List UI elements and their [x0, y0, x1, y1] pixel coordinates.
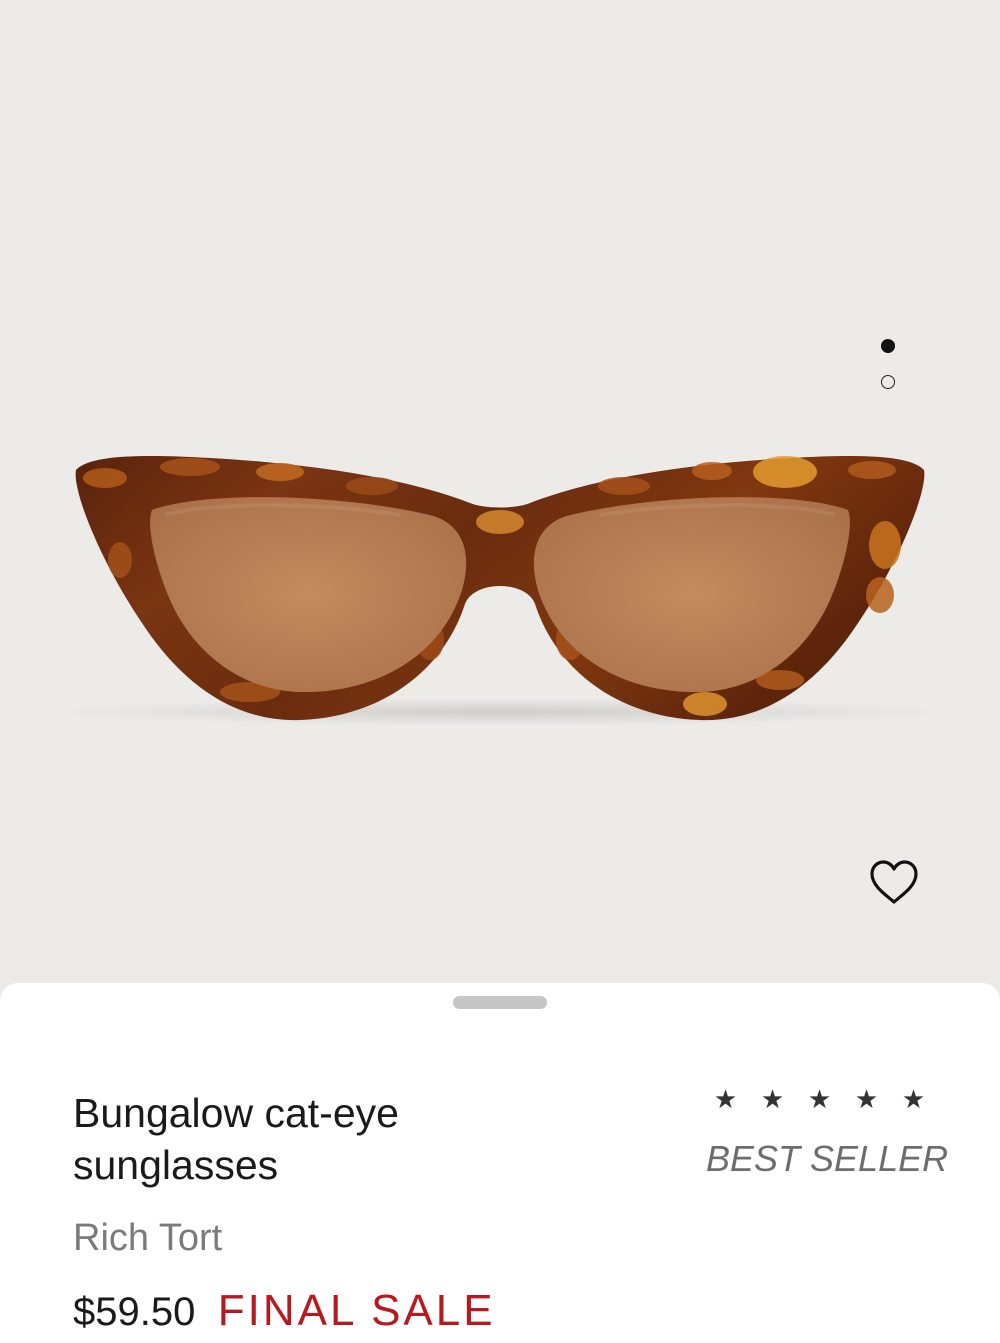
star-icon: ★	[854, 1085, 879, 1115]
product-image-cat-eye-sunglasses	[40, 455, 960, 726]
image-pagination	[881, 339, 899, 411]
pagination-dot-2[interactable]	[881, 375, 895, 389]
star-icon: ★	[713, 1085, 738, 1115]
final-sale-label: FINAL SALE	[217, 1286, 496, 1335]
product-color-name: Rich Tort	[73, 1217, 223, 1259]
sheet-drag-handle[interactable]	[453, 996, 547, 1009]
heart-icon[interactable]	[866, 858, 922, 908]
star-icon: ★	[901, 1085, 926, 1115]
product-details-sheet: Bungalow cat-eye sunglasses ★ ★ ★ ★ ★ BE…	[0, 983, 1000, 1343]
product-image-gallery[interactable]	[0, 0, 1000, 1010]
star-rating[interactable]: ★ ★ ★ ★ ★	[702, 1083, 937, 1117]
product-title: Bungalow cat-eye sunglasses	[73, 1090, 399, 1188]
best-seller-badge: BEST SELLER	[706, 1138, 949, 1179]
star-icon: ★	[760, 1085, 785, 1115]
price-row: $59.50 FINAL SALE	[73, 1286, 496, 1336]
product-price: $59.50	[73, 1290, 196, 1334]
pagination-dot-1-active[interactable]	[881, 339, 895, 353]
star-icon: ★	[807, 1085, 832, 1115]
